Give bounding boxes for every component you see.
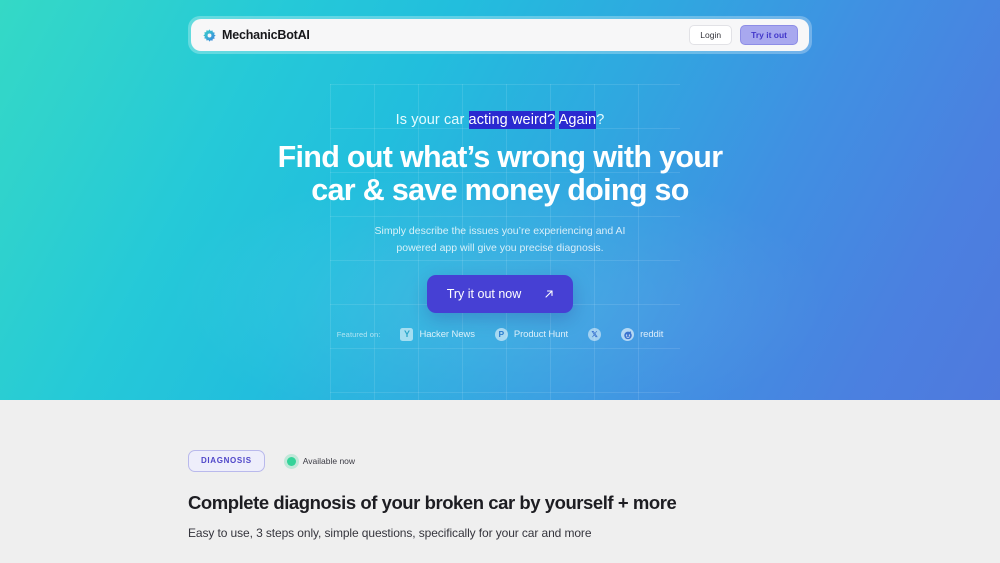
subhead-line-2: powered app will give you precise diagno… — [396, 242, 603, 254]
hero-content: Is your car acting weird? Again? Find ou… — [0, 112, 1000, 313]
diagnosis-section: DIAGNOSIS Available now Complete diagnos… — [0, 400, 1000, 563]
eyebrow-selected-text-1: acting weird? — [469, 111, 556, 129]
featured-label-hacker-news: Hacker News — [419, 329, 474, 340]
diagnosis-badge[interactable]: DIAGNOSIS — [188, 450, 265, 472]
hero-headline: Find out what’s wrong with your car & sa… — [0, 141, 1000, 207]
navbar-container: MechanicBotAI Login Try it out — [188, 16, 812, 54]
hero-subheading: Simply describe the issues you’re experi… — [0, 223, 1000, 256]
hacker-news-icon: Y — [400, 328, 413, 341]
subhead-line-1: Simply describe the issues you’re experi… — [375, 225, 626, 237]
eyebrow-prefix: Is your car — [396, 112, 469, 128]
gear-icon — [203, 29, 216, 42]
try-it-out-button[interactable]: Try it out — [740, 25, 798, 46]
featured-label-reddit: reddit — [640, 329, 663, 340]
hero-eyebrow: Is your car acting weird? Again? — [0, 112, 1000, 129]
x-twitter-icon: 𝕏 — [588, 328, 601, 341]
diagnosis-subtitle: Easy to use, 3 steps only, simple questi… — [188, 526, 1000, 540]
featured-label-product-hunt: Product Hunt — [514, 329, 568, 340]
brand-name: MechanicBotAI — [222, 28, 310, 42]
login-button[interactable]: Login — [689, 25, 732, 46]
diagnosis-badge-row: DIAGNOSIS Available now — [188, 450, 1000, 472]
try-it-out-now-button[interactable]: Try it out now — [427, 275, 574, 313]
navbar: MechanicBotAI Login Try it out — [191, 19, 809, 51]
hero-section: MechanicBotAI Login Try it out Is your c… — [0, 0, 1000, 400]
featured-item-x-twitter[interactable]: 𝕏 — [588, 328, 601, 341]
nav-actions: Login Try it out — [689, 25, 798, 46]
featured-item-reddit[interactable]: reddit — [621, 328, 663, 341]
featured-item-product-hunt[interactable]: P Product Hunt — [495, 328, 568, 341]
featured-on-row: Featured on: Y Hacker News P Product Hun… — [0, 328, 1000, 341]
featured-item-hacker-news[interactable]: Y Hacker News — [400, 328, 474, 341]
headline-line-1: Find out what’s wrong with your — [0, 141, 1000, 174]
status-dot-icon — [287, 457, 296, 466]
brand-logo[interactable]: MechanicBotAI — [203, 28, 310, 42]
headline-line-2: car & save money doing so — [0, 174, 1000, 207]
featured-on-label: Featured on: — [337, 330, 381, 339]
product-hunt-icon: P — [495, 328, 508, 341]
eyebrow-selected-text-2: Again — [559, 111, 597, 129]
availability-status: Available now — [287, 456, 355, 466]
arrow-up-right-icon — [543, 288, 555, 300]
availability-label: Available now — [303, 456, 355, 466]
reddit-icon — [621, 328, 634, 341]
eyebrow-suffix: ? — [596, 112, 604, 128]
hero-cta-row: Try it out now — [0, 275, 1000, 313]
cta-label: Try it out now — [447, 287, 522, 301]
diagnosis-section-inner: DIAGNOSIS Available now Complete diagnos… — [0, 400, 1000, 563]
diagnosis-title: Complete diagnosis of your broken car by… — [188, 492, 1000, 514]
